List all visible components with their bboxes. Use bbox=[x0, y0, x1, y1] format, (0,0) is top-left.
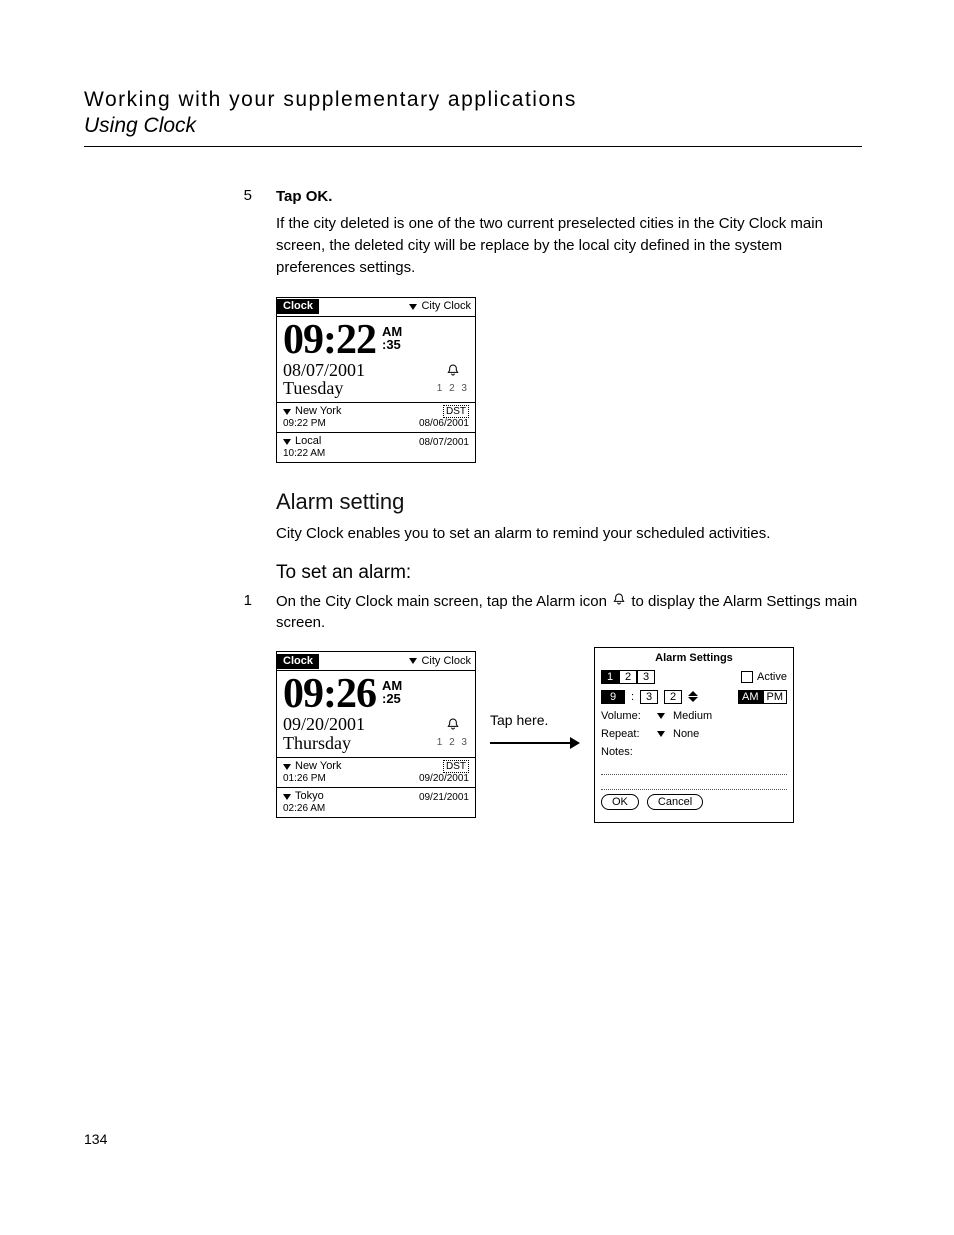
cancel-button[interactable]: Cancel bbox=[647, 794, 703, 810]
arrow-icon bbox=[490, 728, 580, 758]
city2-name: Tokyo bbox=[295, 791, 324, 802]
alarm-tab-2[interactable]: 2 bbox=[619, 670, 637, 684]
dropdown-icon bbox=[409, 658, 417, 664]
step-5-note: If the city deleted is one of the two cu… bbox=[276, 213, 862, 278]
main-day: Thursday bbox=[283, 734, 365, 753]
repeat-picker[interactable]: None bbox=[673, 728, 699, 740]
tap-here-label: Tap here. bbox=[490, 712, 548, 728]
active-label: Active bbox=[757, 671, 787, 683]
time-colon: : bbox=[631, 691, 634, 703]
active-checkbox[interactable] bbox=[741, 671, 753, 683]
dropdown-icon bbox=[409, 304, 417, 310]
city1-picker[interactable]: New York bbox=[283, 406, 341, 417]
main-day: Tuesday bbox=[283, 379, 365, 398]
dropdown-icon bbox=[657, 713, 665, 719]
main-time: 09:22 bbox=[283, 319, 376, 361]
city2-name: Local bbox=[295, 436, 321, 447]
main-date: 09/20/2001 bbox=[283, 715, 365, 734]
view-menu[interactable]: City Clock bbox=[405, 299, 475, 314]
city-clock-screenshot-1: Clock City Clock 09:22 AM:35 08/07/2001 … bbox=[276, 297, 476, 464]
city1-date: 08/06/2001 bbox=[419, 419, 469, 429]
alarm-icon bbox=[611, 592, 627, 608]
ok-button[interactable]: OK bbox=[601, 794, 639, 810]
ampm: AM bbox=[382, 325, 402, 338]
section-to-set-alarm: To set an alarm: bbox=[276, 562, 862, 584]
alarm-icon[interactable] bbox=[445, 361, 461, 381]
step-5-number: 5 bbox=[84, 187, 276, 207]
dst-indicator: DST bbox=[443, 760, 469, 773]
seconds: :35 bbox=[382, 338, 402, 351]
minute-tens-field[interactable]: 3 bbox=[640, 690, 658, 704]
view-menu-label: City Clock bbox=[421, 301, 471, 312]
seconds: :25 bbox=[382, 692, 402, 705]
step-1-text: On the City Clock main screen, tap the A… bbox=[276, 592, 862, 633]
alarm-settings-panel: Alarm Settings 123 Active 9 : 32 AMPM bbox=[594, 647, 794, 823]
app-title: Clock bbox=[277, 654, 319, 669]
city1-time: 09:22 PM bbox=[283, 419, 341, 429]
step-1-pre: On the City Clock main screen, tap the A… bbox=[276, 593, 611, 610]
city1-date: 09/20/2001 bbox=[419, 774, 469, 784]
notes-label: Notes: bbox=[601, 746, 651, 758]
alarm-setting-body: City Clock enables you to set an alarm t… bbox=[276, 523, 862, 544]
city2-time: 02:26 AM bbox=[283, 804, 325, 814]
city2-date: 08/07/2001 bbox=[419, 438, 469, 448]
main-time: 09:26 bbox=[283, 673, 376, 715]
city2-time: 10:22 AM bbox=[283, 449, 325, 459]
app-title: Clock bbox=[277, 299, 319, 314]
view-menu-label: City Clock bbox=[421, 656, 471, 667]
notes-line-2[interactable] bbox=[601, 779, 787, 790]
dropdown-icon bbox=[283, 409, 291, 415]
city1-picker[interactable]: New York bbox=[283, 761, 341, 772]
dropdown-icon bbox=[283, 794, 291, 800]
city-clock-screenshot-2: Clock City Clock 09:26 AM:25 09/20/2001 … bbox=[276, 651, 476, 818]
city1-name: New York bbox=[295, 406, 341, 417]
volume-picker[interactable]: Medium bbox=[673, 710, 712, 722]
view-menu[interactable]: City Clock bbox=[405, 654, 475, 669]
repeat-label: Repeat: bbox=[601, 728, 651, 740]
pm-button[interactable]: PM bbox=[763, 690, 788, 704]
alarm-settings-title: Alarm Settings bbox=[601, 652, 787, 664]
volume-label: Volume: bbox=[601, 710, 651, 722]
city2-picker[interactable]: Local bbox=[283, 436, 325, 447]
dropdown-icon bbox=[283, 764, 291, 770]
minute-ones-field[interactable]: 2 bbox=[664, 690, 682, 704]
hour-field[interactable]: 9 bbox=[601, 690, 625, 704]
notes-line-1[interactable] bbox=[601, 764, 787, 775]
alarm-icon[interactable] bbox=[445, 715, 461, 735]
step-1-number: 1 bbox=[84, 592, 276, 633]
header-rule bbox=[84, 146, 862, 147]
dropdown-icon bbox=[657, 731, 665, 737]
alarm-tab-3[interactable]: 3 bbox=[637, 670, 655, 684]
city2-picker[interactable]: Tokyo bbox=[283, 791, 325, 802]
header-subtitle: Using Clock bbox=[84, 114, 862, 138]
page-number: 134 bbox=[84, 1131, 107, 1147]
city1-time: 01:26 PM bbox=[283, 774, 341, 784]
city1-name: New York bbox=[295, 761, 341, 772]
time-stepper[interactable] bbox=[688, 691, 698, 702]
city2-date: 09/21/2001 bbox=[419, 793, 469, 803]
dst-indicator: DST bbox=[443, 405, 469, 418]
alarm-indicator: 1 2 3 bbox=[437, 384, 469, 394]
header-title: Working with your supplementary applicat… bbox=[84, 88, 862, 112]
dropdown-icon bbox=[283, 439, 291, 445]
section-alarm-setting: Alarm setting bbox=[276, 489, 862, 515]
main-date: 08/07/2001 bbox=[283, 361, 365, 380]
alarm-indicator: 1 2 3 bbox=[437, 738, 469, 748]
am-button[interactable]: AM bbox=[738, 690, 763, 704]
step-5-text: Tap OK. bbox=[276, 187, 862, 207]
alarm-tab-1[interactable]: 1 bbox=[601, 670, 619, 684]
